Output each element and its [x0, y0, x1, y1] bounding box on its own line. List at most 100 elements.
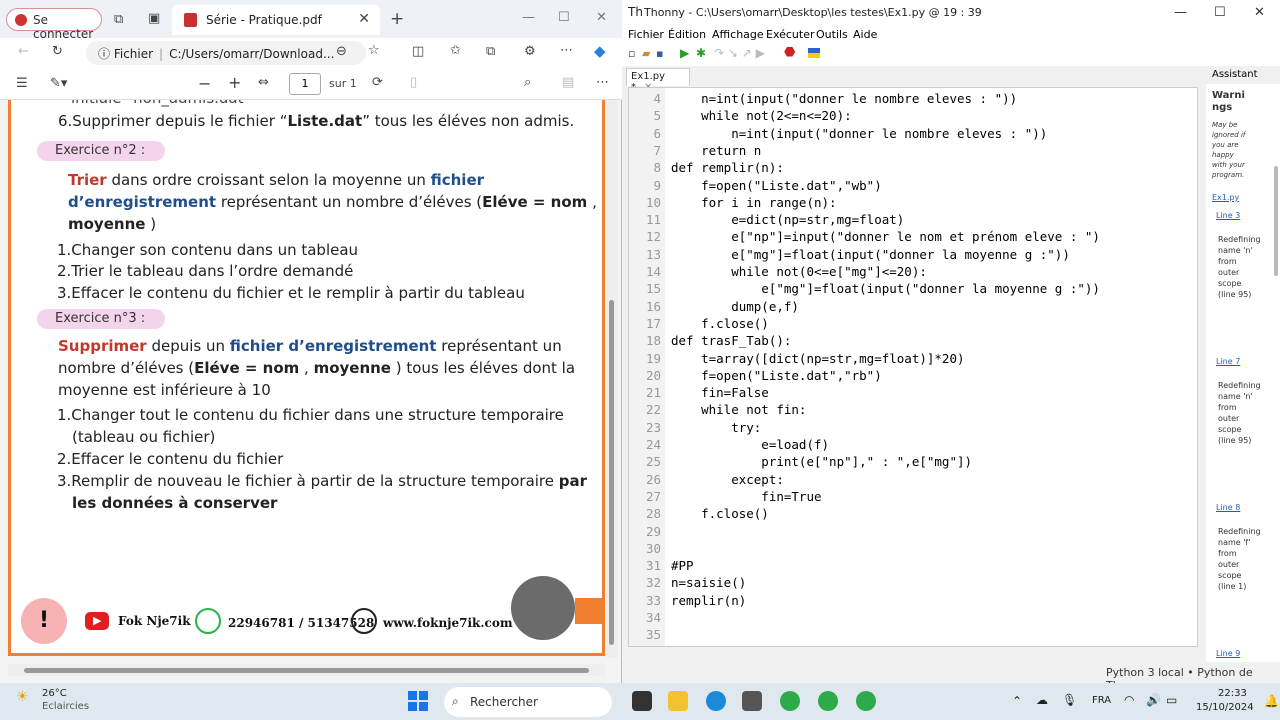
zoom-icon[interactable]: ⊖ — [336, 44, 347, 59]
code-line[interactable]: except: — [671, 472, 784, 487]
assistant-scrollbar[interactable] — [1274, 166, 1278, 276]
scroll-thumb[interactable] — [24, 668, 589, 673]
code-line[interactable]: for i in range(n): — [671, 195, 836, 210]
file-explorer-icon[interactable] — [668, 691, 688, 711]
code-line[interactable]: print(e["np"]," : ",e["mg"]) — [671, 454, 972, 469]
url-field[interactable]: ⓘ Fichier | C:/Users/omarr/Download... — [86, 41, 366, 65]
more-menu-icon[interactable]: ⋯ — [560, 43, 573, 58]
menu-outils[interactable]: Outils — [816, 28, 848, 41]
code-line[interactable]: while not(2<=n<=20): — [671, 108, 852, 123]
find-icon[interactable]: ⌕ — [524, 75, 531, 90]
open-file-icon[interactable]: ▰ — [642, 47, 650, 60]
code-line[interactable]: def trasF_Tab(): — [671, 333, 791, 348]
scroll-thumb[interactable] — [609, 300, 614, 645]
code-line[interactable]: fin=False — [671, 385, 769, 400]
code-line[interactable]: f.close() — [671, 316, 769, 331]
code-line[interactable]: e["mg"]=float(input("donner la moyenne g… — [671, 281, 1100, 296]
code-line[interactable]: dump(e,f) — [671, 299, 799, 314]
assistant-file-link[interactable]: Ex1.py — [1212, 192, 1239, 203]
clock-time[interactable]: 22:33 — [1218, 688, 1247, 699]
wifi-icon[interactable]: ◠ — [1124, 693, 1134, 707]
tab-pdf[interactable]: Série - Pratique.pdf ✕ — [172, 5, 380, 35]
assistant-line-link[interactable]: Line 3 — [1216, 210, 1240, 221]
stop-icon[interactable]: ⬣ — [784, 45, 795, 60]
fit-page-icon[interactable]: ⇔ — [258, 75, 269, 90]
menu-executer[interactable]: Exécuter — [766, 28, 815, 41]
code-line[interactable]: try: — [671, 420, 761, 435]
favorites-icon[interactable]: ✩ — [450, 43, 461, 58]
code-line[interactable]: e=dict(np=str,mg=float) — [671, 212, 904, 227]
chrome-icon-3[interactable] — [856, 691, 876, 711]
code-line[interactable]: f=open("Liste.dat","rb") — [671, 368, 882, 383]
chrome-icon-2[interactable] — [818, 691, 838, 711]
code-line[interactable]: n=int(input("donner le nombre eleves : "… — [671, 126, 1047, 141]
zoom-in-icon[interactable]: + — [228, 73, 241, 92]
run-icon[interactable]: ▶ — [680, 46, 689, 60]
code-line[interactable]: n=saisie() — [671, 575, 746, 590]
page-number-input[interactable]: 1 — [289, 73, 321, 95]
close-window-icon[interactable]: ✕ — [1254, 5, 1265, 20]
menu-edition[interactable]: Édition — [668, 28, 706, 41]
sign-in-button[interactable]: Se connecter — [6, 8, 102, 41]
code-line[interactable]: remplir(n) — [671, 593, 746, 608]
split-screen-icon[interactable]: ◫ — [412, 44, 424, 59]
copilot-icon[interactable]: ◆ — [594, 42, 606, 60]
rotate-icon[interactable]: ⟳ — [372, 75, 383, 90]
extensions-icon[interactable]: ⚙ — [524, 44, 536, 59]
page-view-icon[interactable]: ▯ — [410, 75, 417, 90]
code-line[interactable]: def remplir(n): — [671, 160, 784, 175]
save-file-icon[interactable]: ▪ — [656, 47, 663, 60]
chrome-icon[interactable] — [780, 691, 800, 711]
minimize-icon[interactable]: — — [1174, 5, 1187, 20]
menu-aide[interactable]: Aide — [853, 28, 877, 41]
favorite-star-icon[interactable]: ☆ — [368, 43, 380, 58]
pdf-vertical-scrollbar[interactable] — [606, 100, 618, 658]
volume-icon[interactable]: 🔊 — [1146, 693, 1161, 707]
thonny-icon[interactable] — [742, 691, 762, 711]
notification-icon[interactable]: 🔔 — [1264, 694, 1279, 708]
language-indicator[interactable]: FRA — [1092, 695, 1111, 706]
code-line[interactable]: while not(0<=e["mg"]<=20): — [671, 264, 927, 279]
minimize-icon[interactable]: — — [522, 10, 535, 25]
close-window-icon[interactable]: ✕ — [596, 10, 607, 25]
menu-fichier[interactable]: Fichier — [628, 28, 664, 41]
tray-app-icon[interactable]: ☁ — [1036, 693, 1048, 707]
tray-chevron-icon[interactable]: ⌃ — [1012, 694, 1022, 708]
code-line[interactable]: while not fin: — [671, 402, 806, 417]
weather-temp[interactable]: 26°C — [42, 688, 67, 699]
maximize-icon[interactable]: ☐ — [1214, 5, 1226, 20]
editor-tab[interactable]: Ex1.py *✕ — [626, 68, 690, 93]
new-tab-icon[interactable]: + — [390, 9, 404, 29]
code-editor[interactable]: 4 5 6 7 8 9 10 11 12 13 14 15 16 17 18 19 20 21 22 23 24 25 26… — [628, 87, 1198, 647]
maximize-icon[interactable]: ☐ — [558, 10, 570, 25]
edge-icon[interactable] — [706, 691, 726, 711]
assistant-tab[interactable]: Assistant — [1206, 66, 1280, 84]
code-line[interactable]: e=load(f) — [671, 437, 829, 452]
assistant-line-link[interactable]: Line 8 — [1216, 502, 1240, 513]
battery-icon[interactable]: ▭ — [1166, 693, 1177, 707]
tab-actions-icon[interactable]: ▣ — [148, 11, 160, 26]
microphone-icon[interactable]: 🎙 — [1062, 693, 1077, 707]
collections-icon[interactable]: ⧉ — [486, 44, 495, 59]
clock-date[interactable]: 15/10/2024 — [1196, 702, 1254, 713]
back-icon[interactable]: ← — [18, 44, 29, 59]
pdf-horizontal-scrollbar[interactable] — [8, 664, 605, 676]
code-line[interactable]: fin=True — [671, 489, 821, 504]
code-line[interactable]: e["mg"]=float(input("donner la moyenne g… — [671, 247, 1070, 262]
save-icon[interactable]: ▤ — [562, 75, 574, 90]
refresh-icon[interactable]: ↻ — [52, 44, 63, 59]
assistant-line-link[interactable]: Line 9 — [1216, 648, 1240, 659]
code-line[interactable]: return n — [671, 143, 761, 158]
debug-icon[interactable]: ✱ — [696, 46, 706, 60]
code-line[interactable]: #PP — [671, 558, 694, 573]
code-line[interactable]: e["np"]=input("donner le nom et prénom e… — [671, 229, 1100, 244]
task-view-icon[interactable] — [632, 691, 652, 711]
code-line[interactable]: f.close() — [671, 506, 769, 521]
start-icon[interactable] — [408, 691, 428, 711]
close-tab-icon[interactable]: ✕ — [358, 11, 370, 27]
assistant-line-link[interactable]: Line 7 — [1216, 356, 1240, 367]
code-line[interactable]: t=array([dict(np=str,mg=float)]*20) — [671, 351, 964, 366]
new-file-icon[interactable]: ▫ — [628, 47, 635, 60]
highlight-icon[interactable]: ✎▾ — [50, 76, 67, 91]
workspaces-icon[interactable]: ⧉ — [114, 12, 123, 27]
